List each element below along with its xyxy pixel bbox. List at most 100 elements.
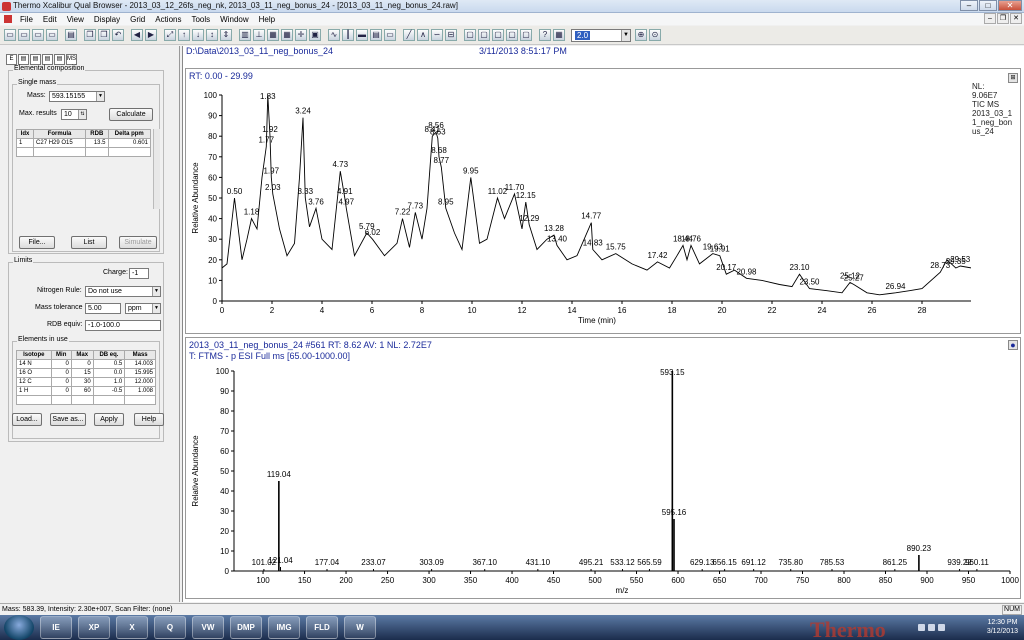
spectrum-list-icon[interactable]: ▤: [370, 29, 382, 41]
chevron-down-icon[interactable]: ▼: [621, 29, 630, 41]
col-idx[interactable]: Idx: [15, 129, 35, 139]
open-folder-icon[interactable]: ▭: [18, 29, 30, 41]
results-scrollbar[interactable]: [153, 129, 160, 209]
chevron-down-icon[interactable]: ▼: [96, 92, 104, 101]
cell-link-icon[interactable]: ▢: [520, 29, 532, 41]
doc-restore-button[interactable]: ❐: [997, 13, 1009, 24]
export-icon[interactable]: ▭: [46, 29, 58, 41]
previous-icon[interactable]: ◀: [131, 29, 143, 41]
tab-ms-n[interactable]: MS: [66, 54, 77, 65]
menu-view[interactable]: View: [62, 15, 89, 24]
cell-detail-icon[interactable]: ▢: [464, 29, 476, 41]
document-icon[interactable]: [4, 15, 12, 23]
zoom-in-icon[interactable]: ⊕: [635, 29, 647, 41]
maximize-button[interactable]: □: [979, 0, 997, 11]
taskbar-folder[interactable]: FLD: [306, 616, 338, 639]
table-row[interactable]: 16 O 0 15 0.0 15.995: [16, 368, 156, 378]
subtract-icon[interactable]: ⊟: [445, 29, 457, 41]
tab-isotope[interactable]: ▤: [18, 54, 29, 65]
menu-display[interactable]: Display: [89, 15, 125, 24]
table-row[interactable]: [15, 147, 152, 157]
clock[interactable]: 12:30 PM 3/12/2013: [987, 618, 1018, 636]
doc-minimize-button[interactable]: –: [984, 13, 996, 24]
menu-edit[interactable]: Edit: [38, 15, 62, 24]
rdb-input[interactable]: -1.0-100.0: [85, 320, 161, 331]
cell-info-icon[interactable]: ▢: [478, 29, 490, 41]
mass-tolerance-input[interactable]: 5.00: [85, 303, 121, 314]
table-row[interactable]: 1 H 0 60 -0.5 1.008: [16, 386, 156, 396]
taskbar-internet-explorer[interactable]: IE: [40, 616, 72, 639]
zoom-reset-icon[interactable]: ⊙: [649, 29, 661, 41]
zoom-fit-icon[interactable]: ⤢: [164, 29, 176, 41]
tray-network-icon[interactable]: [928, 624, 935, 631]
tab-list[interactable]: ▤: [54, 54, 65, 65]
label-icon[interactable]: ╱: [403, 29, 415, 41]
grid-icon[interactable]: ▦: [267, 29, 279, 41]
mass-input[interactable]: 593.15155 ▼: [49, 91, 105, 102]
col-formula[interactable]: Formula: [33, 129, 87, 139]
peak-icon[interactable]: ∧: [417, 29, 429, 41]
smooth-icon[interactable]: ∽: [431, 29, 443, 41]
menu-window[interactable]: Window: [215, 15, 253, 24]
spectrum-icon[interactable]: ┃: [342, 29, 354, 41]
paste-icon[interactable]: ❐: [98, 29, 110, 41]
apply-button[interactable]: Apply: [94, 413, 124, 426]
menu-file[interactable]: File: [15, 15, 38, 24]
spin-icon[interactable]: ⇅: [78, 110, 86, 119]
table-row[interactable]: 12 C 0 30 1.0 12.000: [16, 377, 156, 387]
tray-volume-icon[interactable]: [938, 624, 945, 631]
col-delta[interactable]: Delta ppm: [107, 129, 152, 139]
nitrogen-rule-select[interactable]: Do not use ▼: [85, 286, 161, 297]
chromatogram-cell[interactable]: RT: 0.00 - 29.99 ⊞ NL: 9.06E7 TIC MS 201…: [185, 68, 1021, 334]
cell-icon[interactable]: ▣: [309, 29, 321, 41]
cell-list-icon[interactable]: ▢: [492, 29, 504, 41]
max-results-stepper[interactable]: 10 ⇅: [61, 109, 87, 120]
close-button[interactable]: ✕: [998, 0, 1022, 11]
tab-spectrum[interactable]: ▤: [30, 54, 41, 65]
chromatogram-plot[interactable]: 01020304050607080901000 2 4 6 8 10 12 14 16 18 20 2…: [186, 69, 971, 333]
start-button[interactable]: [4, 615, 34, 640]
print-icon[interactable]: ▤: [65, 29, 77, 41]
menu-help[interactable]: Help: [254, 15, 280, 24]
arrow-down-icon[interactable]: ↓: [192, 29, 204, 41]
taskbar-app-image[interactable]: IMG: [268, 616, 300, 639]
taskbar-qual-browser[interactable]: Q: [154, 616, 186, 639]
chevron-down-icon[interactable]: ▼: [152, 304, 160, 313]
taskbar-app-xp[interactable]: XP: [78, 616, 110, 639]
copy-icon[interactable]: ❐: [84, 29, 96, 41]
load-button[interactable]: Load...: [12, 413, 42, 426]
spectrum-cell[interactable]: 2013_03_11_neg_bonus_24 #561 RT: 8.62 AV…: [185, 337, 1021, 599]
list-button[interactable]: List: [71, 236, 107, 249]
undo-icon[interactable]: ↶: [112, 29, 124, 41]
taskbar-app-dmp[interactable]: DMP: [230, 616, 262, 639]
arrow-up-icon[interactable]: ↑: [178, 29, 190, 41]
table-row[interactable]: 1 C27 H29 O15 13.5 0.601: [15, 138, 152, 148]
menu-grid[interactable]: Grid: [125, 15, 150, 24]
report-icon[interactable]: ▭: [384, 29, 396, 41]
pin-icon[interactable]: ⊥: [253, 29, 265, 41]
zoom-select[interactable]: 2.0 ▼: [571, 28, 631, 42]
col-rdb[interactable]: RDB: [85, 129, 109, 139]
cell-props-icon[interactable]: ▢: [506, 29, 518, 41]
grid-add-icon[interactable]: ▦: [281, 29, 293, 41]
next-icon[interactable]: ▶: [145, 29, 157, 41]
taskbar-app-vw[interactable]: VW: [192, 616, 224, 639]
save-icon[interactable]: ▭: [32, 29, 44, 41]
map-icon[interactable]: ▬: [356, 29, 368, 41]
tray-flag-icon[interactable]: [918, 624, 925, 631]
tab-compare[interactable]: ▤: [42, 54, 53, 65]
menu-actions[interactable]: Actions: [150, 15, 186, 24]
tab-elemental-composition[interactable]: E: [6, 54, 17, 65]
table-row[interactable]: [16, 395, 156, 405]
help-icon[interactable]: ?: [539, 29, 551, 41]
minimize-button[interactable]: –: [960, 0, 978, 11]
taskbar-word[interactable]: W: [344, 616, 376, 639]
doc-close-button[interactable]: ✕: [1010, 13, 1022, 24]
crosshair-icon[interactable]: ✛: [295, 29, 307, 41]
about-icon[interactable]: ▦: [553, 29, 565, 41]
simulate-button[interactable]: Simulate: [119, 236, 157, 249]
help-button[interactable]: Help: [134, 413, 164, 426]
calculate-button[interactable]: Calculate: [109, 108, 153, 121]
view-icon[interactable]: ▥: [239, 29, 251, 41]
normalize-icon[interactable]: ⇕: [220, 29, 232, 41]
